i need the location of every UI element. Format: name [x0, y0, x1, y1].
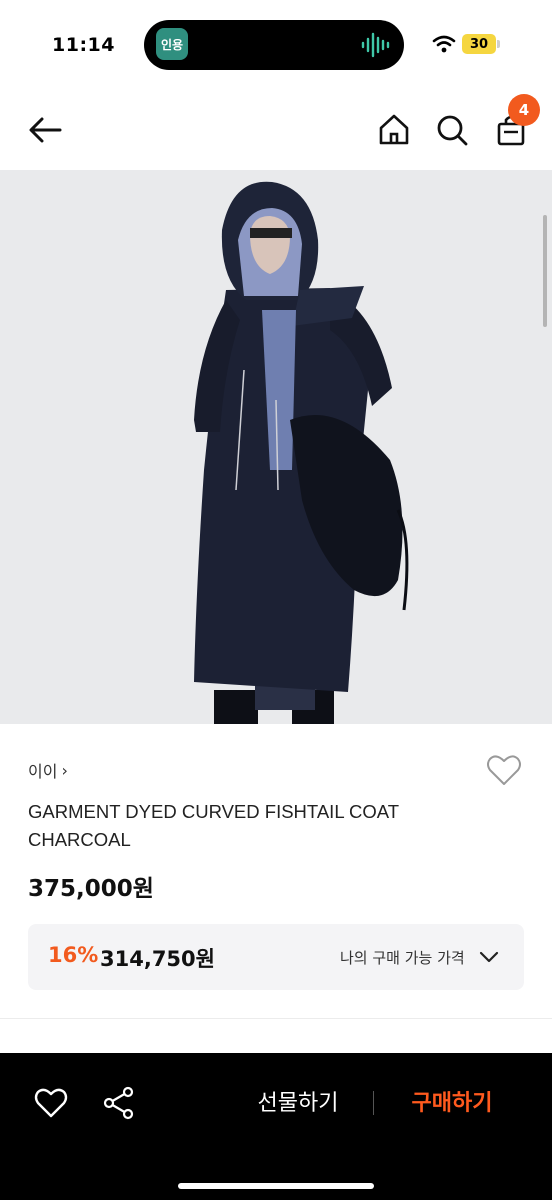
buy-button[interactable]: 구매하기 [392, 1087, 512, 1121]
back-arrow-icon[interactable] [26, 110, 66, 150]
discount-rate: 16% [48, 943, 99, 967]
product-image[interactable] [0, 170, 552, 724]
scroll-indicator [543, 215, 547, 327]
home-icon[interactable] [374, 110, 414, 150]
discount-price-panel[interactable]: 16% 314,750원 나의 구매 가능 가격 [28, 924, 524, 990]
dynamic-island: 인용 [144, 20, 404, 70]
gift-button[interactable]: 선물하기 [238, 1087, 358, 1121]
cart-count-badge: 4 [508, 94, 540, 126]
button-separator [373, 1091, 374, 1115]
product-title: GARMENT DYED CURVED FISHTAIL COAT CHARCO… [28, 801, 399, 850]
battery-icon: 30 [462, 34, 496, 54]
product-price: 375,000원 [28, 876, 154, 902]
discount-label: 나의 구매 가능 가격 [340, 949, 465, 967]
chevron-right-icon: › [61, 760, 68, 780]
island-app-icon: 인용 [156, 28, 188, 60]
search-icon[interactable] [432, 110, 472, 150]
status-time: 11:14 [52, 34, 115, 56]
battery-cap [497, 40, 500, 48]
status-bar: 11:14 인용 30 [0, 0, 552, 90]
chevron-down-icon[interactable] [478, 947, 500, 967]
coat-model-photo [0, 170, 552, 724]
wifi-icon [432, 35, 456, 53]
share-icon[interactable] [100, 1084, 138, 1122]
favorite-heart-icon[interactable] [484, 750, 524, 790]
brand-name: 이이 [28, 762, 58, 781]
section-divider [0, 1018, 552, 1019]
home-indicator [178, 1183, 374, 1189]
top-nav [0, 90, 552, 170]
audio-wave-icon [361, 32, 390, 58]
brand-link[interactable]: 이이 › [28, 758, 68, 782]
discount-price: 314,750원 [100, 947, 215, 971]
bottom-action-bar: 선물하기 구매하기 [0, 1053, 552, 1200]
heart-icon[interactable] [32, 1084, 70, 1122]
